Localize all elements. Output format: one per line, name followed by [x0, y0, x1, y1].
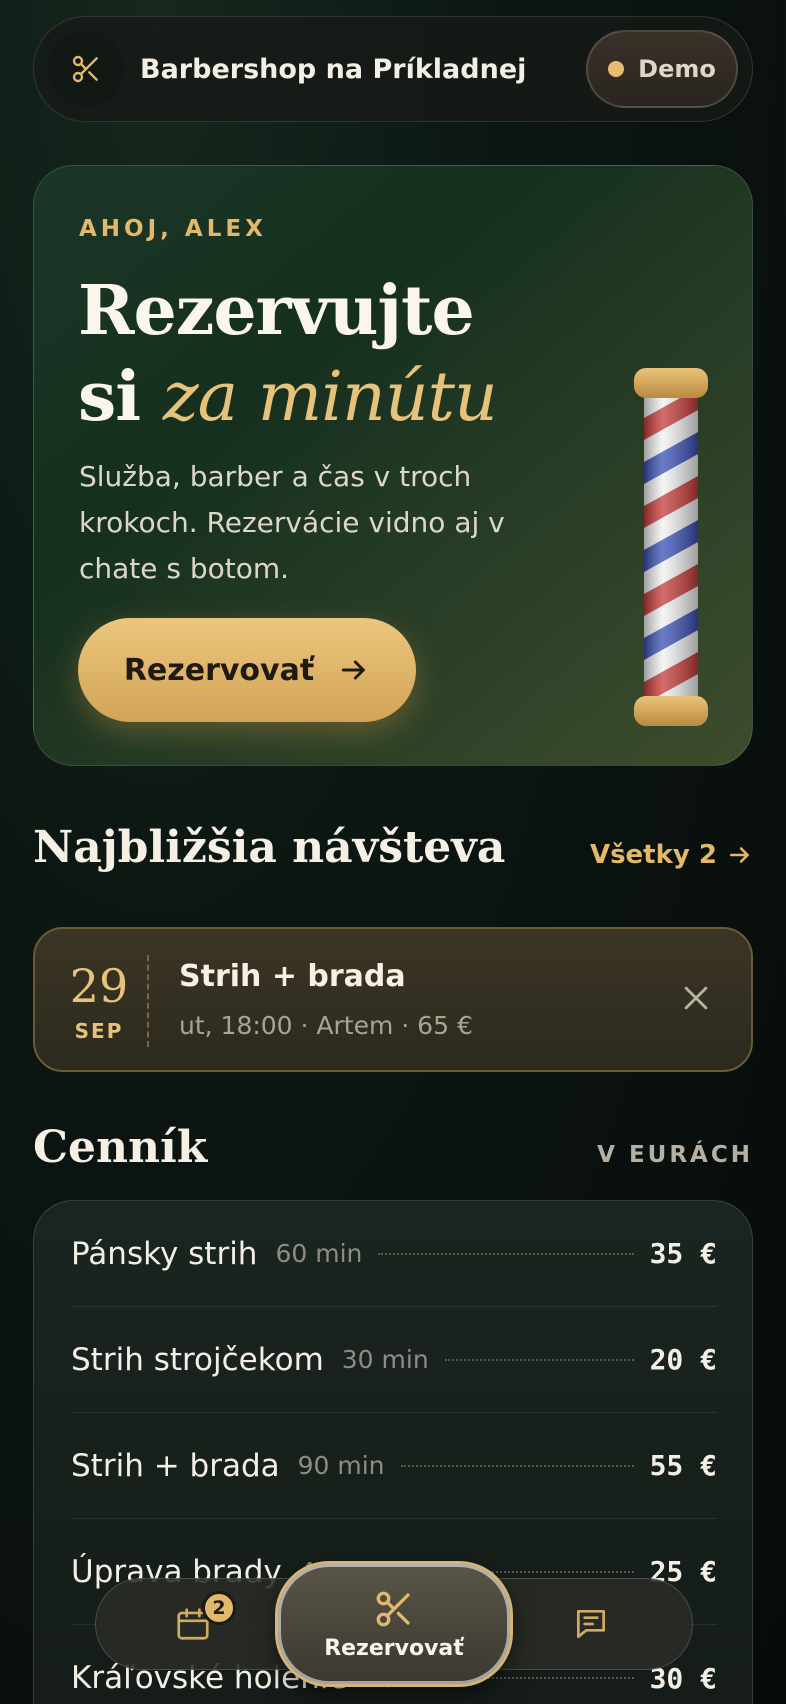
hero-description: Služba, barber a čas v troch krokoch. Re…	[79, 460, 505, 585]
all-visits-link[interactable]: Všetky 2	[590, 840, 753, 870]
list-item[interactable]: Pánsky strih 60 min 35 €	[71, 1201, 717, 1307]
service-duration: 90 min	[297, 1451, 385, 1480]
service-duration: 30 min	[341, 1345, 429, 1374]
upcoming-visit-card[interactable]: 29 SEP Strih + brada ut, 18:00 · Artem ·…	[33, 927, 753, 1072]
scissors-icon	[72, 55, 98, 83]
scissors-icon	[376, 1591, 410, 1626]
book-button-label: Rezervovať	[123, 652, 315, 688]
top-bar: Barbershop na Príkladnej Demo	[33, 16, 753, 122]
chat-icon[interactable]	[572, 1605, 610, 1643]
service-price: 55 €	[649, 1449, 717, 1482]
hero-title-plain: si	[78, 357, 141, 437]
shop-name: Barbershop na Príkladnej	[140, 53, 527, 85]
pricing-title: Cenník	[33, 1122, 208, 1173]
arrow-right-icon	[342, 660, 365, 680]
list-item[interactable]: Strih + brada 90 min 55 €	[71, 1413, 717, 1519]
nav-book-button[interactable]: Rezervovať	[275, 1561, 513, 1687]
leader-dots	[378, 1252, 634, 1255]
demo-label: Demo	[638, 55, 716, 83]
nav-book-label: Rezervovať	[324, 1635, 464, 1661]
service-name: Pánsky strih	[71, 1235, 258, 1272]
barber-pole-icon	[634, 368, 708, 726]
arrow-right-icon	[730, 847, 749, 863]
visit-service: Strih + brada	[179, 959, 406, 994]
service-price: 20 €	[649, 1343, 717, 1376]
upcoming-title: Najbližšia návšteva	[33, 822, 506, 873]
shop-logo	[48, 31, 124, 107]
service-price: 35 €	[649, 1237, 717, 1270]
visit-meta: ut, 18:00 · Artem · 65 €	[179, 1011, 473, 1040]
hero-card: AHOJ, ALEX Rezervujte si za minútu Služb…	[33, 165, 753, 766]
visit-day: 29	[69, 959, 129, 1013]
leader-dots	[400, 1464, 634, 1467]
all-visits-label: Všetky 2	[589, 840, 717, 870]
hero-title: Rezervujte si za minútu	[78, 268, 578, 441]
greeting: AHOJ, ALEX	[79, 216, 267, 242]
hero-title-accent: za minútu	[162, 358, 498, 437]
service-name: Strih + brada	[71, 1447, 280, 1484]
service-name: Strih strojčekom	[71, 1341, 324, 1378]
service-duration: 60 min	[275, 1239, 363, 1268]
book-button[interactable]: Rezervovať	[78, 618, 416, 722]
visit-month: SEP	[74, 1019, 124, 1043]
demo-button[interactable]: Demo	[586, 30, 738, 108]
divider	[147, 955, 149, 1047]
status-dot-icon	[608, 61, 625, 77]
leader-dots	[468, 1677, 634, 1679]
close-icon[interactable]	[679, 981, 713, 1015]
bookings-badge: 2	[202, 1591, 236, 1625]
list-item[interactable]: Strih strojčekom 30 min 20 €	[71, 1307, 717, 1413]
hero-title-line1: Rezervujte	[78, 271, 475, 351]
currency-note: V EURÁCH	[597, 1142, 753, 1168]
leader-dots	[444, 1358, 634, 1361]
